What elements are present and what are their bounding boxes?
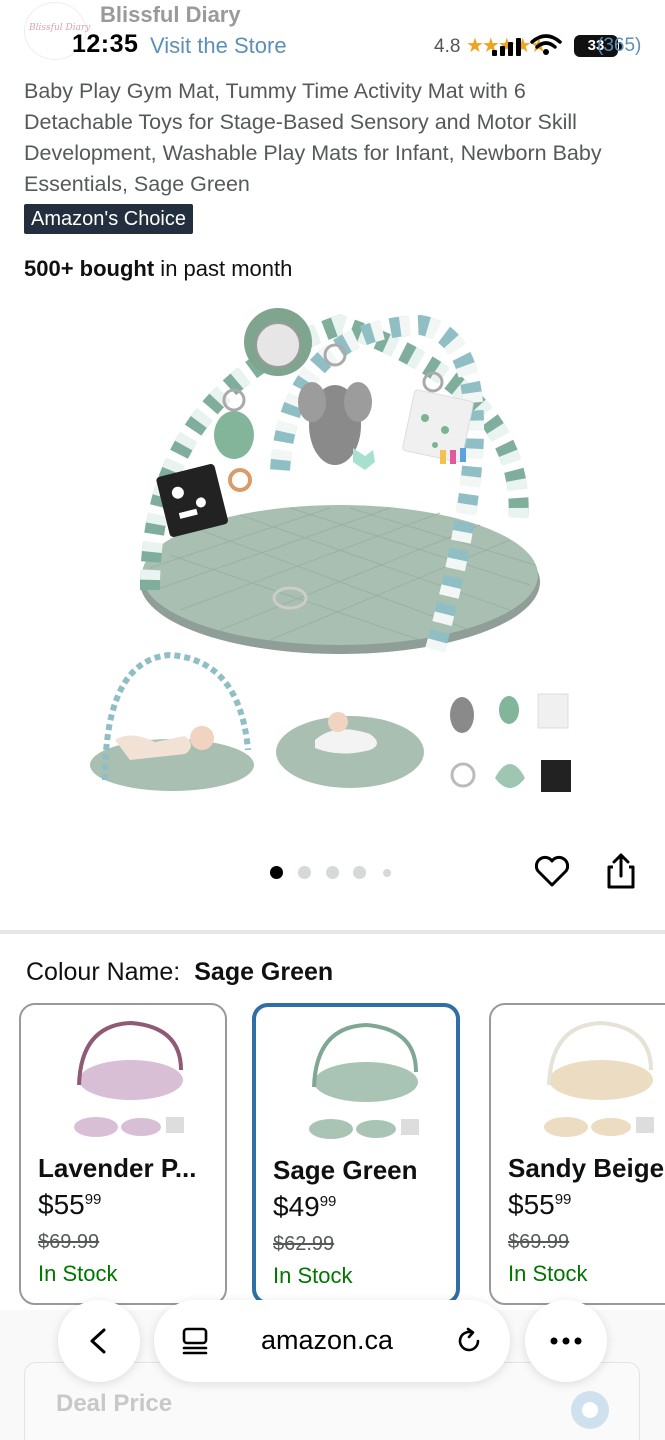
swatch-list-price: $62.99 (273, 1233, 335, 1255)
swatch-image (309, 1022, 419, 1139)
visit-store-link[interactable]: Visit the Store (150, 33, 287, 59)
swatch-mat (79, 1060, 183, 1100)
wifi-icon (530, 34, 562, 55)
swatch-price: $5599 (38, 1189, 101, 1221)
swatch-list-price: $69.99 (508, 1231, 570, 1253)
product-title: Baby Play Gym Mat, Tummy Time Activity M… (24, 79, 602, 196)
colour-label-text: Colour Name: (26, 958, 181, 986)
deal-radio-button[interactable] (571, 1391, 609, 1429)
price-cents: 99 (84, 1191, 102, 1208)
price-dollars: $55 (38, 1189, 85, 1220)
ellipsis-icon (550, 1337, 582, 1345)
address-bar[interactable]: amazon.ca (154, 1300, 510, 1382)
store-name[interactable]: Blissful Diary (100, 2, 241, 28)
carousel-dot-5[interactable] (383, 869, 391, 877)
price-cents: 99 (554, 1191, 572, 1208)
colour-option-sandy-beige[interactable]: Sandy Beige $5599 $69.99 In Stock (489, 1003, 665, 1305)
back-button[interactable] (58, 1300, 140, 1382)
carousel-dot-3[interactable] (326, 866, 339, 879)
heart-icon[interactable] (534, 853, 570, 889)
reload-icon[interactable] (454, 1326, 484, 1356)
bought-count-rest: in past month (154, 256, 293, 281)
colour-name-label: Colour Name: Sage Green (26, 958, 333, 987)
swatch-name: Sage Green (273, 1155, 418, 1185)
more-options-button[interactable] (525, 1300, 607, 1382)
url-text[interactable]: amazon.ca (261, 1325, 393, 1356)
swatch-image (74, 1020, 184, 1137)
swatch-stock: In Stock (273, 1263, 353, 1288)
selected-colour: Sage Green (194, 958, 334, 986)
swatch-name: Sandy Beige (508, 1153, 665, 1183)
rating-value[interactable]: 4.8 (434, 36, 460, 58)
price-dollars: $49 (273, 1191, 320, 1222)
store-header: Blissful Diary Blissful Diary Visit the … (0, 0, 665, 70)
carousel-dot-2[interactable] (298, 866, 311, 879)
bought-count: 500+ bought in past month (24, 256, 292, 282)
carousel-dot-4[interactable] (353, 866, 366, 879)
status-time: 12:35 (72, 30, 139, 58)
swatch-image (544, 1020, 654, 1137)
colour-option-lavender[interactable]: Lavender P... $5599 $69.99 In Stock (19, 1003, 227, 1305)
product-image[interactable] (90, 300, 590, 830)
price-dollars: $55 (508, 1189, 555, 1220)
chevron-left-icon (90, 1328, 106, 1354)
price-cents: 99 (319, 1193, 337, 1210)
reader-tabs-icon[interactable] (180, 1326, 210, 1356)
share-icon[interactable] (604, 852, 638, 890)
colour-option-sage-green[interactable]: Sage Green $4999 $62.99 In Stock (252, 1003, 460, 1305)
swatch-stock: In Stock (508, 1261, 588, 1286)
bought-count-bold: 500+ bought (24, 256, 155, 281)
swatch-list-price: $69.99 (38, 1231, 100, 1253)
section-divider (0, 930, 665, 934)
swatch-price: $5599 (508, 1189, 571, 1221)
rating-count[interactable]: (365) (597, 35, 641, 57)
swatch-stock: In Stock (38, 1261, 118, 1286)
swatch-price: $4999 (273, 1191, 336, 1223)
deal-price-label: Deal Price (56, 1390, 173, 1417)
swatch-name: Lavender P... (38, 1153, 197, 1183)
cellular-signal-icon (492, 38, 526, 56)
amazons-choice-badge[interactable]: Amazon's Choice (24, 204, 193, 234)
carousel-dot-1[interactable] (270, 866, 283, 879)
